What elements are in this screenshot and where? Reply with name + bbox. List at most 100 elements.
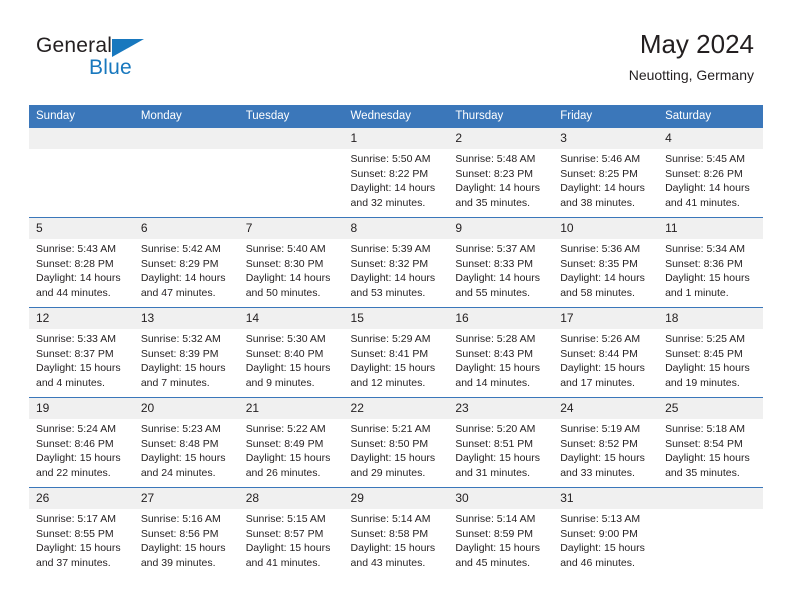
calendar-day-cell[interactable]: 30 Sunrise: 5:14 AM Sunset: 8:59 PM Dayligh… bbox=[448, 487, 554, 577]
weekday-header-tuesday: Tuesday bbox=[238, 105, 344, 128]
calendar-day-cell[interactable]: 13 Sunrise: 5:32 AM Sunset: 8:39 PM Dayligh… bbox=[133, 307, 239, 398]
day-number: 23 bbox=[448, 398, 554, 419]
day-cell-inner: 11 Sunrise: 5:34 AM Sunset: 8:36 PM Dayligh… bbox=[658, 218, 763, 307]
logo-text-general: General bbox=[36, 34, 113, 57]
sunset-text: Sunset: 8:46 PM bbox=[36, 437, 114, 450]
weekday-header-sunday: Sunday bbox=[29, 105, 134, 128]
sunrise-text: Sunrise: 5:15 AM bbox=[245, 513, 326, 525]
sunrise-text: Sunrise: 5:30 AM bbox=[245, 333, 326, 345]
calendar-day-cell[interactable]: 9 Sunrise: 5:37 AM Sunset: 8:33 PM Daylight… bbox=[448, 217, 554, 308]
calendar-day-cell[interactable]: 8 Sunrise: 5:39 AM Sunset: 8:32 PM Daylight… bbox=[343, 217, 449, 308]
day-details: Sunrise: 5:39 AM Sunset: 8:32 PM Daylight:… bbox=[344, 239, 449, 300]
day-details: Sunrise: 5:14 AM Sunset: 8:58 PM Daylight:… bbox=[344, 509, 449, 570]
day-cell-inner: 6 Sunrise: 5:42 AM Sunset: 8:29 PM Daylight… bbox=[133, 218, 239, 307]
sunrise-text: Sunrise: 5:24 AM bbox=[36, 423, 116, 435]
calendar-day-cell[interactable]: 12 Sunrise: 5:33 AM Sunset: 8:37 PM Dayligh… bbox=[29, 307, 134, 398]
sunrise-text: Sunrise: 5:14 AM bbox=[350, 513, 431, 525]
day-number: 29 bbox=[343, 488, 449, 509]
calendar-day-cell[interactable]: 7 Sunrise: 5:40 AM Sunset: 8:30 PM Daylight… bbox=[238, 217, 344, 308]
calendar-day-cell[interactable]: 4 Sunrise: 5:45 AM Sunset: 8:26 PM Daylight… bbox=[658, 127, 763, 218]
calendar-day-cell[interactable]: 25 Sunrise: 5:18 AM Sunset: 8:54 PM Dayligh… bbox=[658, 397, 763, 488]
calendar-day-cell[interactable]: 15 Sunrise: 5:29 AM Sunset: 8:41 PM Dayligh… bbox=[343, 307, 449, 398]
calendar-day-cell[interactable]: 18 Sunrise: 5:25 AM Sunset: 8:45 PM Dayligh… bbox=[658, 307, 763, 398]
daylight-text-line2: and 44 minutes. bbox=[36, 286, 111, 299]
calendar-day-cell[interactable]: 21 Sunrise: 5:22 AM Sunset: 8:49 PM Dayligh… bbox=[238, 397, 344, 488]
calendar-day-cell[interactable]: 1 Sunrise: 5:50 AM Sunset: 8:22 PM Daylight… bbox=[343, 127, 449, 218]
calendar-day-cell[interactable]: 3 Sunrise: 5:46 AM Sunset: 8:25 PM Daylight… bbox=[553, 127, 659, 218]
day-cell-inner: 10 Sunrise: 5:36 AM Sunset: 8:35 PM Dayligh… bbox=[553, 218, 659, 307]
daylight-text-line1: Daylight: 15 hours bbox=[350, 542, 436, 554]
day-details bbox=[239, 149, 344, 152]
daylight-text-line1: Daylight: 14 hours bbox=[36, 272, 121, 284]
calendar-day-cell[interactable]: 31 Sunrise: 5:13 AM Sunset: 9:00 PM Dayligh… bbox=[553, 487, 659, 577]
day-details bbox=[29, 149, 134, 152]
day-details: Sunrise: 5:15 AM Sunset: 8:57 PM Daylight:… bbox=[239, 509, 344, 570]
daylight-text-line1: Daylight: 14 hours bbox=[350, 272, 436, 284]
day-details: Sunrise: 5:48 AM Sunset: 8:23 PM Daylight:… bbox=[448, 149, 553, 210]
daylight-text-line1: Daylight: 15 hours bbox=[140, 362, 226, 374]
page-header: General Blue May 2024 Neuotting, Germany bbox=[0, 0, 792, 100]
calendar-day-cell[interactable]: 24 Sunrise: 5:19 AM Sunset: 8:52 PM Dayligh… bbox=[553, 397, 659, 488]
sunset-text: Sunset: 8:26 PM bbox=[665, 167, 743, 180]
daylight-text-line1: Daylight: 14 hours bbox=[245, 272, 331, 284]
daylight-text-line1: Daylight: 15 hours bbox=[560, 452, 645, 464]
calendar-day-cell[interactable]: 14 Sunrise: 5:30 AM Sunset: 8:40 PM Dayligh… bbox=[238, 307, 344, 398]
daylight-text-line2: and 22 minutes. bbox=[36, 466, 111, 479]
sunrise-text: Sunrise: 5:40 AM bbox=[245, 243, 326, 255]
calendar-empty-cell bbox=[658, 487, 763, 577]
daylight-text-line2: and 41 minutes. bbox=[245, 556, 321, 569]
sunset-text: Sunset: 8:23 PM bbox=[455, 167, 534, 180]
day-number: 3 bbox=[553, 128, 659, 149]
day-details: Sunrise: 5:29 AM Sunset: 8:41 PM Daylight:… bbox=[344, 329, 449, 390]
sunset-text: Sunset: 8:28 PM bbox=[36, 257, 114, 270]
sunset-text: Sunset: 8:37 PM bbox=[36, 347, 114, 360]
calendar-day-cell[interactable]: 5 Sunrise: 5:43 AM Sunset: 8:28 PM Daylight… bbox=[29, 217, 134, 308]
day-details bbox=[134, 149, 239, 152]
calendar-day-cell[interactable]: 19 Sunrise: 5:24 AM Sunset: 8:46 PM Dayligh… bbox=[29, 397, 134, 488]
calendar-day-cell[interactable]: 27 Sunrise: 5:16 AM Sunset: 8:56 PM Dayligh… bbox=[133, 487, 239, 577]
day-details: Sunrise: 5:21 AM Sunset: 8:50 PM Daylight:… bbox=[344, 419, 449, 480]
day-number: 15 bbox=[343, 308, 449, 329]
day-details: Sunrise: 5:30 AM Sunset: 8:40 PM Daylight:… bbox=[239, 329, 344, 390]
sunset-text: Sunset: 8:39 PM bbox=[140, 347, 219, 360]
calendar-day-cell[interactable]: 11 Sunrise: 5:34 AM Sunset: 8:36 PM Dayligh… bbox=[658, 217, 763, 308]
general-blue-logo[interactable]: General Blue bbox=[36, 34, 186, 88]
calendar-day-cell[interactable]: 20 Sunrise: 5:23 AM Sunset: 8:48 PM Dayligh… bbox=[133, 397, 239, 488]
day-details: Sunrise: 5:17 AM Sunset: 8:55 PM Daylight:… bbox=[29, 509, 134, 570]
sunset-text: Sunset: 8:22 PM bbox=[350, 167, 429, 180]
day-number: 31 bbox=[553, 488, 659, 509]
day-details: Sunrise: 5:23 AM Sunset: 8:48 PM Daylight:… bbox=[134, 419, 239, 480]
day-details: Sunrise: 5:25 AM Sunset: 8:45 PM Daylight:… bbox=[658, 329, 763, 390]
calendar-week-row: 1 Sunrise: 5:50 AM Sunset: 8:22 PM Daylight… bbox=[29, 127, 763, 218]
sunset-text: Sunset: 8:29 PM bbox=[140, 257, 219, 270]
weekday-header-wednesday: Wednesday bbox=[343, 105, 449, 128]
calendar-day-cell[interactable]: 29 Sunrise: 5:14 AM Sunset: 8:58 PM Dayligh… bbox=[343, 487, 449, 577]
daylight-text-line2: and 26 minutes. bbox=[245, 466, 321, 479]
daylight-text-line1: Daylight: 15 hours bbox=[36, 362, 121, 374]
day-cell-inner: 1 Sunrise: 5:50 AM Sunset: 8:22 PM Daylight… bbox=[343, 128, 449, 217]
calendar-day-cell[interactable]: 2 Sunrise: 5:48 AM Sunset: 8:23 PM Daylight… bbox=[448, 127, 554, 218]
weekday-header-friday: Friday bbox=[553, 105, 659, 128]
day-number: 5 bbox=[29, 218, 134, 239]
day-details: Sunrise: 5:34 AM Sunset: 8:36 PM Daylight:… bbox=[658, 239, 763, 300]
calendar-day-cell[interactable]: 28 Sunrise: 5:15 AM Sunset: 8:57 PM Dayligh… bbox=[238, 487, 344, 577]
calendar-day-cell[interactable]: 17 Sunrise: 5:26 AM Sunset: 8:44 PM Dayligh… bbox=[553, 307, 659, 398]
day-cell-inner bbox=[238, 128, 344, 217]
day-cell-inner: 26 Sunrise: 5:17 AM Sunset: 8:55 PM Dayligh… bbox=[29, 488, 134, 577]
day-number: 4 bbox=[658, 128, 763, 149]
sunset-text: Sunset: 8:33 PM bbox=[455, 257, 534, 270]
day-number: 22 bbox=[343, 398, 449, 419]
calendar-day-cell[interactable]: 23 Sunrise: 5:20 AM Sunset: 8:51 PM Dayligh… bbox=[448, 397, 554, 488]
calendar-day-cell[interactable]: 16 Sunrise: 5:28 AM Sunset: 8:43 PM Dayligh… bbox=[448, 307, 554, 398]
daylight-text-line2: and 58 minutes. bbox=[560, 286, 635, 299]
calendar-day-cell[interactable]: 6 Sunrise: 5:42 AM Sunset: 8:29 PM Daylight… bbox=[133, 217, 239, 308]
calendar-day-cell[interactable]: 26 Sunrise: 5:17 AM Sunset: 8:55 PM Dayligh… bbox=[29, 487, 134, 577]
sunset-text: Sunset: 8:30 PM bbox=[245, 257, 324, 270]
day-number bbox=[238, 128, 344, 149]
calendar-day-cell[interactable]: 22 Sunrise: 5:21 AM Sunset: 8:50 PM Dayligh… bbox=[343, 397, 449, 488]
day-number: 9 bbox=[448, 218, 554, 239]
sunset-text: Sunset: 8:35 PM bbox=[560, 257, 638, 270]
calendar-day-cell[interactable]: 10 Sunrise: 5:36 AM Sunset: 8:35 PM Dayligh… bbox=[553, 217, 659, 308]
day-number: 13 bbox=[133, 308, 239, 329]
daylight-text-line2: and 39 minutes. bbox=[140, 556, 216, 569]
